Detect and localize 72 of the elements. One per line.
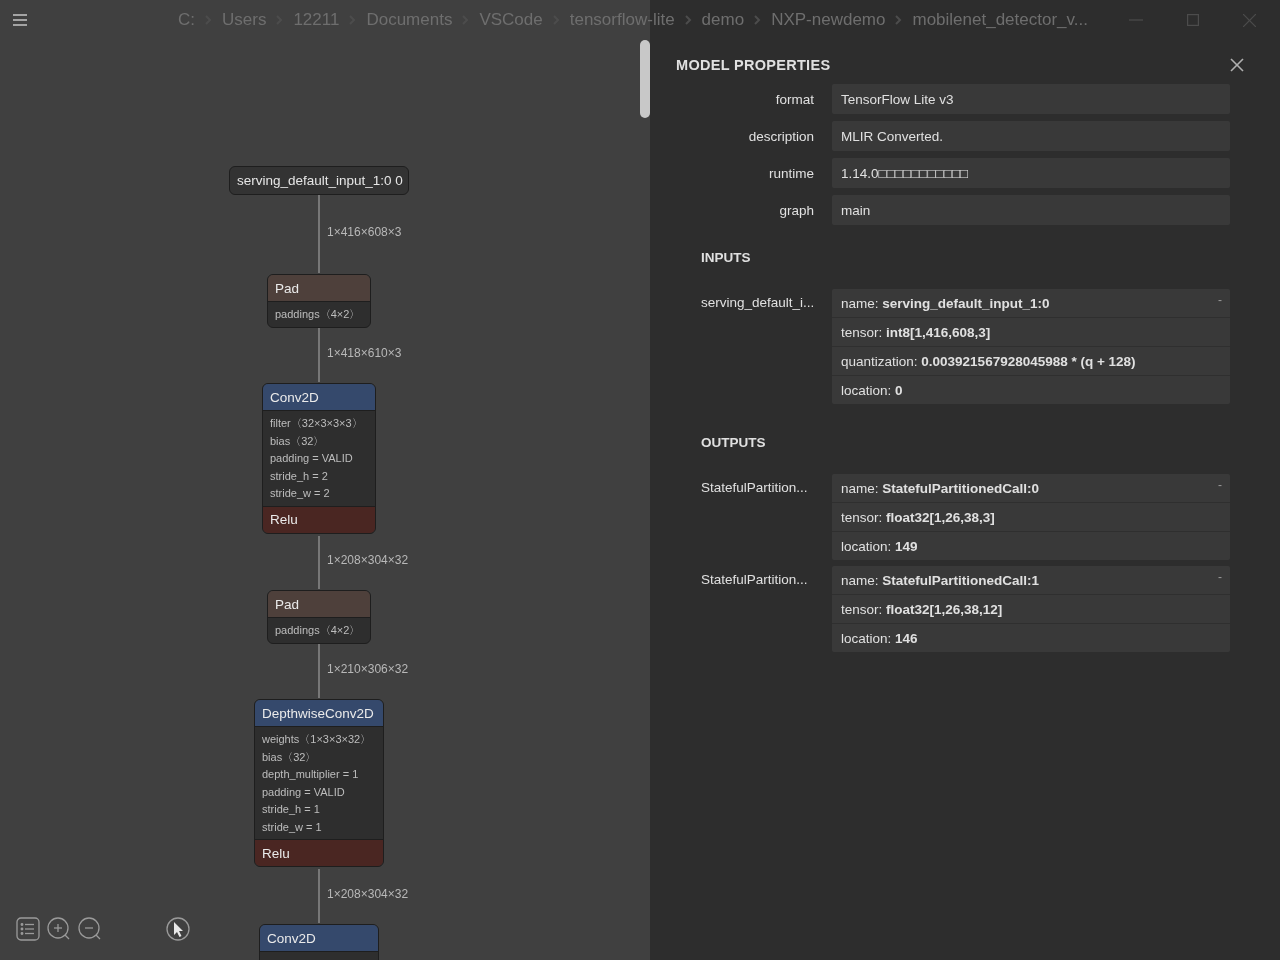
argument-label: StatefulPartition... bbox=[701, 479, 809, 495]
node-title: DepthwiseConv2D bbox=[255, 700, 383, 726]
argument-detail: tensor: float32[1,26,38,3] bbox=[832, 503, 1230, 532]
zoom-out-icon[interactable] bbox=[78, 917, 102, 941]
collapse-toggle[interactable]: - bbox=[1218, 293, 1222, 307]
node-title: Pad bbox=[268, 275, 370, 301]
scrollbar-thumb[interactable] bbox=[640, 40, 650, 118]
node-attribute: depth_multiplier = 1 bbox=[262, 767, 360, 782]
operator-node[interactable]: Pad paddings〈4×2〉 bbox=[267, 274, 371, 328]
operator-node[interactable]: DepthwiseConv2D weights〈1×3×3×32〉 bias〈32〉 depth_multiplier = 1 padding = VALID stride_h = 1 stride_w = 1 Relu bbox=[254, 699, 384, 867]
menu-icon[interactable] bbox=[12, 13, 28, 27]
property-label: description bbox=[747, 128, 814, 144]
node-attribute: stride_h = 1 bbox=[262, 802, 321, 817]
edge-label: 1×208×304×32 bbox=[327, 553, 409, 567]
node-attribute: stride_w = 1 bbox=[262, 819, 323, 835]
collapse-toggle[interactable]: - bbox=[1218, 478, 1222, 492]
node-attribute: paddings〈4×2〉 bbox=[275, 307, 362, 322]
property-value: TensorFlow Lite v3 bbox=[832, 84, 1230, 114]
breadcrumb[interactable]: demo bbox=[701, 10, 745, 30]
edge-label: 1×210×306×32 bbox=[327, 662, 409, 676]
chevron-icon bbox=[895, 15, 903, 25]
property-label: runtime bbox=[768, 165, 814, 181]
collapse-toggle[interactable]: - bbox=[1218, 570, 1222, 584]
node-attribute: filter〈32×3×3×3〉 bbox=[270, 416, 364, 431]
property-value: 1.14.0□□□□□□□□□□□ bbox=[832, 158, 1230, 188]
chevron-icon bbox=[754, 15, 762, 25]
node-attribute: paddings〈4×2〉 bbox=[275, 623, 362, 638]
edge-label: 1×208×304×32 bbox=[327, 887, 409, 901]
node-attribute: padding = VALID bbox=[270, 451, 354, 466]
breadcrumb[interactable]: mobilenet_detector_v... bbox=[912, 10, 1088, 30]
argument-detail: location: 146 bbox=[840, 629, 919, 648]
argument-detail: quantization: 0.003921567928045988 * (q + 128) bbox=[832, 347, 1230, 376]
close-icon[interactable] bbox=[1230, 58, 1244, 72]
argument-detail: location: 0 bbox=[840, 381, 904, 400]
operator-node[interactable]: Conv2D bbox=[259, 924, 379, 960]
node-title: Conv2D bbox=[260, 925, 378, 951]
edge-line bbox=[318, 535, 320, 590]
activation-label: Relu bbox=[263, 505, 375, 533]
section-title: INPUTS bbox=[701, 250, 752, 265]
edge-line bbox=[318, 327, 320, 383]
property-value: main bbox=[832, 195, 1230, 225]
property-label: format bbox=[774, 91, 814, 107]
zoom-in-icon[interactable] bbox=[47, 917, 71, 941]
edge-line bbox=[318, 868, 320, 924]
operator-node[interactable]: Conv2D filter〈32×3×3×3〉 bias〈32〉 padding = VALID stride_h = 2 stride_w = 2 Relu bbox=[262, 383, 376, 534]
node-attribute: stride_w = 2 bbox=[270, 486, 331, 501]
chevron-icon bbox=[684, 15, 692, 25]
argument-detail: tensor: int8[1,416,608,3] bbox=[832, 318, 1230, 347]
property-value: MLIR Converted. bbox=[832, 121, 1230, 151]
node-title: Pad bbox=[268, 591, 370, 617]
edge-label: 1×416×608×3 bbox=[327, 225, 402, 239]
argument-detail: tensor: float32[1,26,38,12] bbox=[832, 595, 1230, 624]
panel-title: MODEL PROPERTIES bbox=[676, 57, 831, 73]
breadcrumb[interactable]: NXP-newdemo bbox=[771, 10, 886, 30]
pointer-icon[interactable] bbox=[166, 917, 190, 941]
node-attribute: padding = VALID bbox=[262, 784, 346, 800]
edge-line bbox=[318, 643, 320, 699]
section-title: OUTPUTS bbox=[701, 435, 767, 450]
node-attribute: stride_h = 2 bbox=[270, 468, 329, 484]
node-attribute: bias〈32〉 bbox=[270, 433, 326, 449]
argument-label: StatefulPartition... bbox=[701, 571, 809, 587]
edge-label: 1×418×610×3 bbox=[327, 346, 402, 360]
property-label: graph bbox=[778, 202, 814, 218]
operator-node[interactable]: Pad paddings〈4×2〉 bbox=[267, 590, 371, 644]
argument-label: serving_default_i... bbox=[701, 294, 814, 310]
argument-detail: location: 149 bbox=[840, 537, 919, 556]
list-icon[interactable] bbox=[16, 917, 40, 941]
input-node[interactable]: serving_default_input_1:0 0 bbox=[229, 166, 409, 195]
node-attribute: bias〈32〉 bbox=[262, 749, 318, 765]
activation-label: Relu bbox=[255, 839, 383, 866]
node-title: Conv2D bbox=[263, 384, 375, 410]
node-attribute: weights〈1×3×3×32〉 bbox=[262, 732, 373, 747]
